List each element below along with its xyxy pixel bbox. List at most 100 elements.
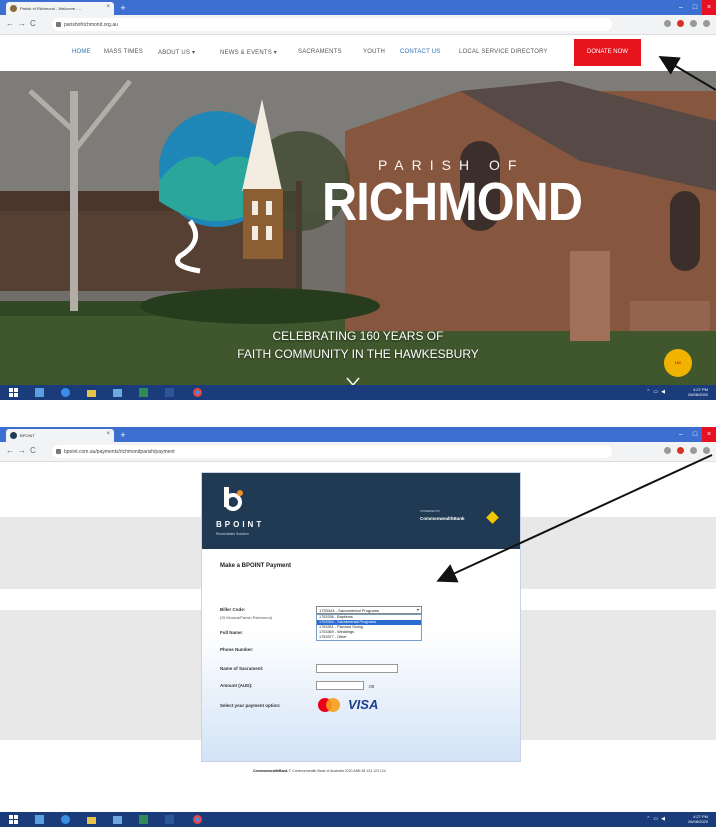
full-name-label: Full Name: (220, 630, 244, 635)
lock-icon (56, 449, 61, 454)
nav-sacraments[interactable]: SACRAMENTS (298, 49, 342, 55)
chevron-down-icon[interactable] (346, 375, 360, 385)
word-icon[interactable] (164, 814, 175, 825)
tab-strip: BPOINT × + – □ × (0, 427, 716, 442)
biller-note: (St Monica/Parish Richmond) (220, 615, 273, 620)
extensions (664, 20, 710, 27)
payment-option-label: Select your payment option: (220, 703, 281, 708)
lock-icon (56, 22, 61, 27)
sacrament-name-label: Name of Sacrament: (220, 666, 264, 671)
excel-icon[interactable] (138, 387, 149, 398)
profile-icon[interactable] (690, 20, 697, 27)
nav-buttons-icon[interactable]: ←→C (6, 446, 40, 455)
nav-news-events[interactable]: NEWS & EVENTS ▾ (220, 49, 277, 56)
url-field[interactable]: bpoint.com.au/payments/richmondparish/pa… (52, 445, 612, 458)
nav-local-service-directory[interactable]: LOCAL SERVICE DIRECTORY (459, 49, 548, 55)
menu-icon[interactable] (703, 447, 710, 454)
nav-buttons-icon[interactable]: ←→C (6, 19, 40, 28)
extensions (664, 447, 710, 454)
nav-contact-us[interactable]: CONTACT US (400, 49, 440, 55)
cortana-icon[interactable] (34, 814, 45, 825)
address-bar: ←→C parishofrichmond.org.au (0, 15, 716, 35)
windows-start-icon[interactable] (8, 814, 19, 825)
address-bar: ←→C bpoint.com.au/payments/richmondparis… (0, 442, 716, 462)
chrome-icon[interactable] (192, 814, 203, 825)
clock-date: 26/08/2020 (687, 392, 708, 397)
taskbar: ⌃▭◀ 4:27 PM 26/08/2020 (0, 812, 716, 827)
cortana-icon[interactable] (34, 387, 45, 398)
biller-code-select[interactable]: 1753344 - Sacramental Programs ▾ (316, 606, 422, 614)
url-text: parishofrichmond.org.au (64, 22, 118, 28)
minimize-icon[interactable]: – (674, 427, 688, 442)
form-title: Make a BPOINT Payment (220, 563, 292, 569)
extension-icon[interactable] (677, 447, 684, 454)
clock[interactable]: 4:27 PM 26/08/2020 (688, 387, 708, 397)
mastercard-icon[interactable] (316, 697, 342, 713)
close-tab-icon[interactable]: × (106, 4, 110, 10)
edge-icon[interactable] (60, 814, 71, 825)
close-window-icon[interactable]: × (702, 0, 716, 15)
close-window-icon[interactable]: × (702, 427, 716, 442)
footer-text: © Commonwealth Bank of Australia 2020 AB… (288, 769, 386, 773)
footer-note: CommonwealthBank © Commonwealth Bank of … (253, 769, 386, 773)
tab-strip: Parish of Richmond - Welcome - ... × + –… (0, 0, 716, 15)
new-tab-icon[interactable]: + (117, 3, 129, 13)
hero-caption-line-2: FAITH COMMUNITY IN THE HAWKESBURY (237, 347, 479, 361)
profile-icon[interactable] (690, 447, 697, 454)
bpoint-brand: BPOINT (216, 520, 265, 529)
donate-button[interactable]: DONATE NOW (574, 39, 641, 66)
richmond-screenshot: Parish of Richmond - Welcome - ... × + –… (0, 0, 716, 400)
bpoint-logo-icon (224, 487, 243, 511)
store-icon[interactable] (112, 387, 123, 398)
richmond-title: RICHMOND (322, 172, 583, 232)
close-tab-icon[interactable]: × (106, 431, 110, 437)
tab-title: Parish of Richmond - Welcome - ... (20, 6, 82, 11)
windows-start-icon[interactable] (8, 387, 19, 398)
system-tray-icons[interactable]: ⌃▭◀ (646, 816, 668, 822)
biller-code-dropdown: 1753336 - Baptisms 1753344 - Sacramental… (316, 614, 422, 641)
maximize-icon[interactable]: □ (688, 0, 702, 15)
browser-tab[interactable]: BPOINT × (6, 429, 114, 442)
url-field[interactable]: parishofrichmond.org.au (52, 18, 612, 31)
file-explorer-icon[interactable] (86, 814, 97, 825)
nav-youth[interactable]: YOUTH (363, 49, 385, 55)
store-icon[interactable] (112, 814, 123, 825)
maximize-icon[interactable]: □ (688, 427, 702, 442)
excel-icon[interactable] (138, 814, 149, 825)
hero-caption-line-1: CELEBRATING 160 YEARS OF (272, 329, 444, 343)
footer-brand: CommonwealthBank (253, 769, 288, 773)
menu-icon[interactable] (703, 20, 710, 27)
minimize-icon[interactable]: – (674, 0, 688, 15)
amount-input[interactable] (316, 681, 364, 690)
selected-option: 1753344 - Sacramental Programs (319, 608, 380, 613)
nav-about-us[interactable]: ABOUT US ▾ (158, 49, 195, 56)
window-controls: – □ × (674, 427, 716, 442)
commonwealth-bank-label: CommonwealthBank (420, 516, 465, 521)
edge-icon[interactable] (60, 387, 71, 398)
window-controls: – □ × (674, 0, 716, 15)
nav-home[interactable]: HOME (72, 49, 91, 55)
visa-icon[interactable]: VISA (348, 697, 378, 712)
system-tray-icons[interactable]: ⌃▭◀ (646, 389, 668, 395)
sacrament-name-input[interactable] (316, 664, 398, 673)
hero-banner: PARISH OF RICHMOND CELEBRATING 160 YEARS… (0, 71, 716, 385)
word-icon[interactable] (164, 387, 175, 398)
file-explorer-icon[interactable] (86, 387, 97, 398)
amount-unit: .00 (368, 684, 375, 689)
dropdown-option[interactable]: 1753377 - Other (317, 635, 421, 640)
chrome-icon[interactable] (192, 387, 203, 398)
amount-label: Amount (AUD): (220, 683, 253, 688)
bpoint-screenshot: BPOINT × + – □ × ←→C bpoint.com.au/payme… (0, 427, 716, 827)
phone-number-label: Phone Number: (220, 647, 254, 652)
new-tab-icon[interactable]: + (117, 430, 129, 440)
clock[interactable]: 4:27 PM 26/08/2020 (688, 814, 708, 824)
extension-icon[interactable] (677, 20, 684, 27)
browser-tab[interactable]: Parish of Richmond - Welcome - ... × (6, 2, 114, 15)
star-icon[interactable] (664, 447, 671, 454)
celebration-badge-icon[interactable]: 160 (664, 349, 692, 377)
cba-diamond-icon (486, 511, 499, 524)
powered-by-label: POWERED BY (420, 509, 441, 513)
nav-mass-times[interactable]: MASS TIMES (104, 49, 143, 55)
taskbar: ⌃▭◀ 4:27 PM 26/08/2020 (0, 385, 716, 400)
star-icon[interactable] (664, 20, 671, 27)
